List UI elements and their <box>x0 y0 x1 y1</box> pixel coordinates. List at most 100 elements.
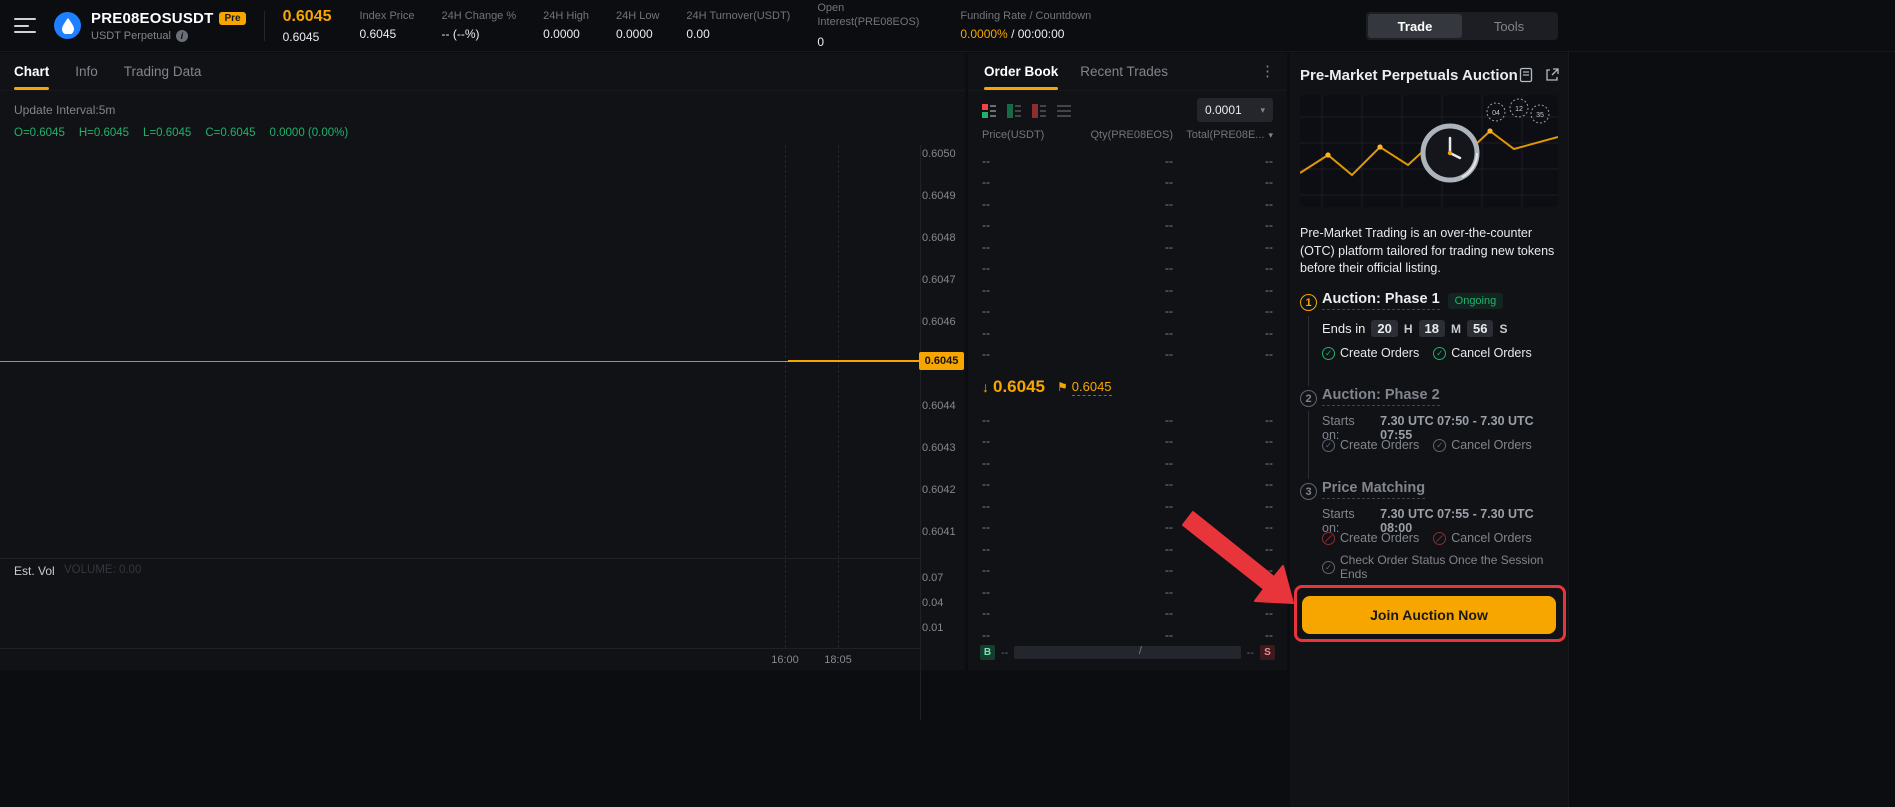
ohlc-readout: O=0.6045 H=0.6045 L=0.6045 C=0.6045 0.00… <box>14 127 348 139</box>
mark-price-flag-icon[interactable]: ⚑ <box>1057 380 1068 394</box>
ask-row[interactable]: -- -- -- <box>968 301 1287 323</box>
phase3-number: 3 <box>1300 483 1317 500</box>
ask-qty: -- <box>1062 283 1173 297</box>
view-bids-icon[interactable] <box>1007 104 1021 118</box>
bid-row[interactable]: -- -- -- <box>968 495 1287 517</box>
mark-price: 0.6045 <box>283 30 332 44</box>
price-axis-label: 0.6041 <box>922 526 962 538</box>
stat-label: 24H High <box>543 10 589 22</box>
chart-gridline <box>785 145 786 648</box>
ask-row[interactable]: -- -- -- <box>968 322 1287 344</box>
perm-cancel-orders: ✓ Cancel Orders <box>1433 346 1532 360</box>
tick-size-dropdown[interactable]: 0.0001 ▾ <box>1197 98 1273 122</box>
tab-trading-data[interactable]: Trading Data <box>124 64 202 79</box>
stat-value: 0.00 <box>686 27 790 41</box>
bid-qty: -- <box>1062 542 1173 556</box>
menu-icon[interactable] <box>14 18 36 33</box>
ask-price: -- <box>982 240 1062 254</box>
orderbook-bids: -- -- -- -- -- -- -- -- -- -- -- -- -- -… <box>968 409 1287 646</box>
ask-row[interactable]: -- -- -- <box>968 279 1287 301</box>
view-asks-icon[interactable] <box>1032 104 1046 118</box>
bid-row[interactable]: -- -- -- <box>968 581 1287 603</box>
join-auction-button[interactable]: Join Auction Now <box>1302 596 1556 634</box>
bid-row[interactable]: -- -- -- <box>968 603 1287 625</box>
note-label: Check Order Status Once the Session Ends <box>1340 553 1568 581</box>
pre-badge: Pre <box>219 12 245 25</box>
price-series-line <box>788 360 920 362</box>
est-vol-label: Est. Vol <box>14 564 55 578</box>
hours-unit: H <box>1404 322 1413 336</box>
ask-row[interactable]: -- -- -- <box>968 258 1287 280</box>
price-axis-label: 0.6046 <box>922 316 962 328</box>
perm-label: Cancel Orders <box>1451 531 1532 545</box>
bid-qty: -- <box>1062 434 1173 448</box>
stat-label: 24H Turnover(USDT) <box>686 10 790 22</box>
bid-row[interactable]: -- -- -- <box>968 474 1287 496</box>
ask-price: -- <box>982 326 1062 340</box>
ask-row[interactable]: -- -- -- <box>968 172 1287 194</box>
ask-row[interactable]: -- -- -- <box>968 344 1287 366</box>
tab-tools[interactable]: Tools <box>1462 14 1556 38</box>
ask-total: -- <box>1173 283 1273 297</box>
ask-row[interactable]: -- -- -- <box>968 150 1287 172</box>
ohlc-low: L=0.6045 <box>143 127 191 139</box>
more-options-icon[interactable]: ⋮ <box>1260 62 1275 80</box>
col-total[interactable]: Total(PRE08E... ▾ <box>1173 129 1273 141</box>
tab-chart[interactable]: Chart <box>14 64 49 79</box>
col-total-label: Total(PRE08E... <box>1186 129 1264 141</box>
not-allowed-icon <box>1433 532 1446 545</box>
bid-row[interactable]: -- -- -- <box>968 560 1287 582</box>
ask-price: -- <box>982 154 1062 168</box>
view-list-icon[interactable] <box>1057 104 1071 118</box>
phase2-title[interactable]: Auction: Phase 2 <box>1322 387 1440 406</box>
tab-order-book[interactable]: Order Book <box>984 64 1058 79</box>
bid-row[interactable]: -- -- -- <box>968 409 1287 431</box>
ask-row[interactable]: -- -- -- <box>968 215 1287 237</box>
bid-row[interactable]: -- -- -- <box>968 517 1287 539</box>
bid-qty: -- <box>1062 499 1173 513</box>
tab-trade[interactable]: Trade <box>1368 14 1462 38</box>
stat-open-interest: Open Interest(PRE08EOS) 0 <box>817 2 933 49</box>
contract-type: USDT Perpetual <box>91 30 171 42</box>
orderbook-mark-price[interactable]: 0.6045 <box>1072 379 1112 396</box>
phase3-title[interactable]: Price Matching <box>1322 480 1425 499</box>
tab-recent-trades[interactable]: Recent Trades <box>1080 64 1168 79</box>
bid-qty: -- <box>1062 563 1173 577</box>
banner-badge: 12 <box>1515 106 1523 113</box>
info-icon[interactable]: i <box>176 30 188 42</box>
update-interval: Update Interval:5m <box>14 103 115 117</box>
bid-qty: -- <box>1062 628 1173 642</box>
perm-label: Cancel Orders <box>1451 438 1532 452</box>
buy-ratio-value: -- <box>1001 647 1008 659</box>
stat-24h-low: 24H Low 0.0000 <box>616 10 659 41</box>
ask-price: -- <box>982 218 1062 232</box>
phase3-permissions: Create Orders Cancel Orders <box>1322 531 1532 545</box>
top-header: PRE08EOSUSDT Pre USDT Perpetual i 0.6045… <box>0 0 1895 52</box>
price-down-arrow-icon: ↓ <box>982 379 989 395</box>
view-both-icon[interactable] <box>982 104 996 118</box>
bid-row[interactable]: -- -- -- <box>968 538 1287 560</box>
phase3-note: ✓ Check Order Status Once the Session En… <box>1322 553 1568 581</box>
external-link-icon[interactable] <box>1544 67 1560 83</box>
ask-qty: -- <box>1062 197 1173 211</box>
ask-total: -- <box>1173 261 1273 275</box>
volume-axis-label: 0.04 <box>922 597 962 609</box>
bid-row[interactable]: -- -- -- <box>968 431 1287 453</box>
bid-row[interactable]: -- -- -- <box>968 624 1287 646</box>
orderbook-column-headers: Price(USDT) Qty(PRE08EOS) Total(PRE08E..… <box>968 129 1287 141</box>
ask-price: -- <box>982 304 1062 318</box>
ask-row[interactable]: -- -- -- <box>968 193 1287 215</box>
ask-total: -- <box>1173 154 1273 168</box>
stat-value: 0.0000% / 00:00:00 <box>960 27 1091 41</box>
ratio-bar: / <box>1014 646 1240 659</box>
volume-readout: VOLUME: 0.00 <box>64 564 141 576</box>
price-axis-labels: 0.60500.60490.60480.60470.60460.60450.60… <box>922 148 962 538</box>
bid-row[interactable]: -- -- -- <box>968 452 1287 474</box>
trading-app: PRE08EOSUSDT Pre USDT Perpetual i 0.6045… <box>0 0 1895 807</box>
guide-doc-icon[interactable] <box>1518 67 1534 83</box>
phase1-title[interactable]: Auction: Phase 1 <box>1322 291 1440 310</box>
perm-cancel-orders: ✓ Cancel Orders <box>1433 438 1532 452</box>
tab-info[interactable]: Info <box>75 64 98 79</box>
ask-row[interactable]: -- -- -- <box>968 236 1287 258</box>
perm-create-orders: ✓ Create Orders <box>1322 346 1419 360</box>
